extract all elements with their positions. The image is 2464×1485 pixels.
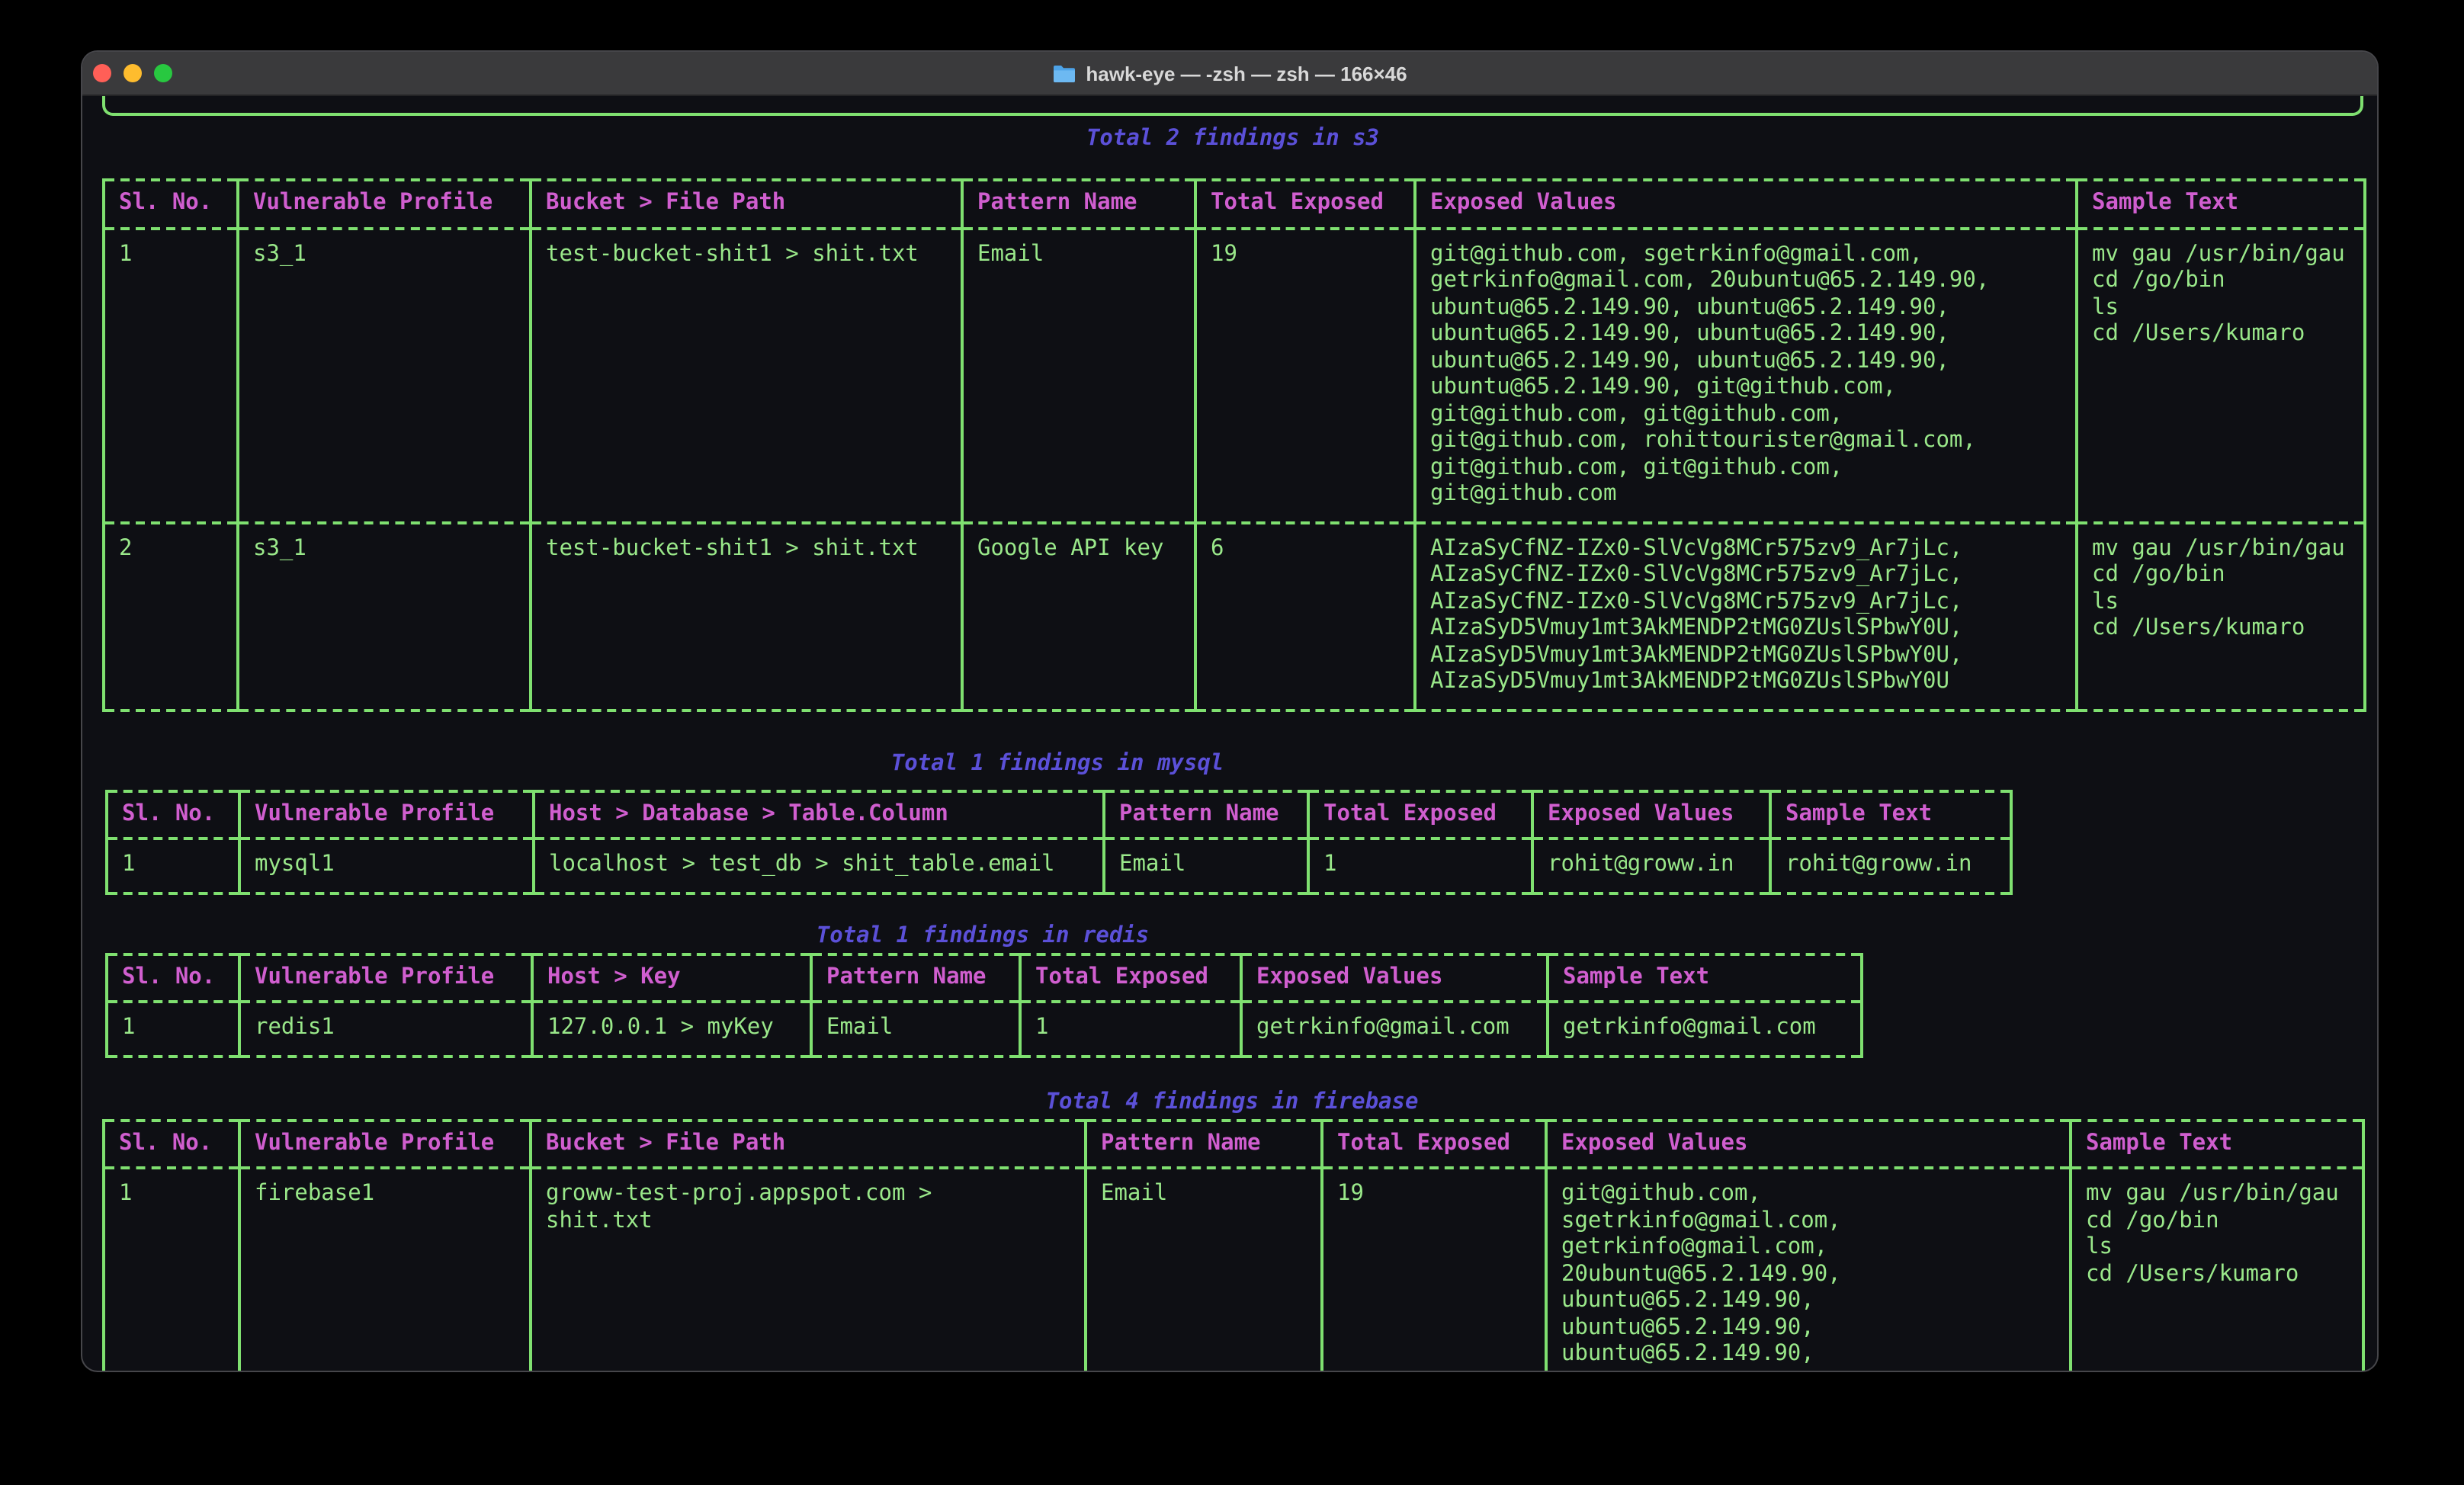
cell-vulnerable-profile: redis1	[239, 1002, 532, 1056]
cell-total-exposed: 1	[1308, 839, 1532, 893]
column-header: Sl. No.	[104, 1120, 239, 1168]
findings-table-s3: Sl. No. Vulnerable Profile Bucket > File…	[102, 178, 2366, 711]
column-header: Host > Key	[532, 954, 811, 1002]
column-header: Sl. No.	[107, 954, 239, 1002]
section-title-s3: Total 2 findings in s3	[102, 127, 2363, 154]
close-button[interactable]	[93, 64, 111, 82]
minimize-button[interactable]	[124, 64, 142, 82]
cell-vulnerable-profile: firebase1	[239, 1168, 531, 1371]
column-header: Pattern Name	[811, 954, 1020, 1002]
cell-sl-no: 1	[107, 839, 239, 893]
cell-bucket-file-path: test-bucket-shit1 > shit.txt	[531, 228, 962, 522]
terminal-content[interactable]: Total 2 findings in s3 Sl. No. Vulnerabl…	[82, 96, 2377, 1371]
table-header-row: Sl. No. Vulnerable Profile Bucket > File…	[104, 180, 2365, 228]
traffic-lights	[93, 64, 172, 82]
previous-table-cut-border	[102, 96, 2363, 116]
cell-host-database-column: localhost > test_db > shit_table.email	[534, 839, 1104, 893]
cell-sample-text: mv gau /usr/bin/gau cd /go/bin ls cd /Us…	[2071, 1168, 2363, 1371]
column-header: Bucket > File Path	[531, 180, 962, 228]
column-header: Vulnerable Profile	[239, 791, 534, 839]
column-header: Total Exposed	[1308, 791, 1532, 839]
column-header: Exposed Values	[1546, 1120, 2071, 1168]
cell-vulnerable-profile: s3_1	[238, 228, 531, 522]
findings-table-mysql: Sl. No. Vulnerable Profile Host > Databa…	[105, 789, 2013, 894]
column-header: Host > Database > Table.Column	[534, 791, 1104, 839]
window-title-text: hawk-eye — -zsh — zsh — 166×46	[1086, 62, 1407, 85]
table-row: 1 redis1 127.0.0.1 > myKey Email 1 getrk…	[107, 1002, 1862, 1056]
cell-sample-text: mv gau /usr/bin/gau cd /go/bin ls cd /Us…	[2077, 228, 2365, 522]
cell-total-exposed: 6	[1195, 522, 1415, 710]
screen: hawk-eye — -zsh — zsh — 166×46 Total 2 f…	[0, 0, 2464, 1485]
table-row: 1 s3_1 test-bucket-shit1 > shit.txt Emai…	[104, 228, 2365, 522]
cell-exposed-values: getrkinfo@gmail.com	[1241, 1002, 1548, 1056]
column-header: Total Exposed	[1322, 1120, 1546, 1168]
cell-total-exposed: 19	[1195, 228, 1415, 522]
column-header: Pattern Name	[962, 180, 1195, 228]
cell-pattern-name: Email	[962, 228, 1195, 522]
column-header: Total Exposed	[1195, 180, 1415, 228]
cell-total-exposed: 1	[1020, 1002, 1241, 1056]
cell-exposed-values: AIzaSyCfNZ-IZx0-SlVcVg8MCr575zv9_Ar7jLc,…	[1415, 522, 2077, 710]
cell-pattern-name: Email	[1086, 1168, 1322, 1371]
column-header: Pattern Name	[1104, 791, 1308, 839]
column-header: Sample Text	[1770, 791, 2011, 839]
folder-icon	[1052, 63, 1076, 83]
cell-sl-no: 1	[107, 1002, 239, 1056]
column-header: Pattern Name	[1086, 1120, 1322, 1168]
cell-sample-text: rohit@groww.in	[1770, 839, 2011, 893]
column-header: Bucket > File Path	[531, 1120, 1086, 1168]
cell-sl-no: 1	[104, 228, 238, 522]
column-header: Exposed Values	[1532, 791, 1770, 839]
cell-pattern-name: Email	[1104, 839, 1308, 893]
cell-pattern-name: Google API key	[962, 522, 1195, 710]
section-title-firebase: Total 4 findings in firebase	[102, 1089, 2362, 1117]
cell-vulnerable-profile: mysql1	[239, 839, 534, 893]
cell-vulnerable-profile: s3_1	[238, 522, 531, 710]
table-row: 1 mysql1 localhost > test_db > shit_tabl…	[107, 839, 2011, 893]
cell-sample-text: mv gau /usr/bin/gau cd /go/bin ls cd /Us…	[2077, 522, 2365, 710]
cell-sl-no: 1	[104, 1168, 239, 1371]
column-header: Sl. No.	[107, 791, 239, 839]
column-header: Sample Text	[1548, 954, 1862, 1002]
window-title: hawk-eye — -zsh — zsh — 166×46	[1052, 62, 1407, 85]
zoom-button[interactable]	[154, 64, 172, 82]
column-header: Vulnerable Profile	[239, 954, 532, 1002]
cell-exposed-values: git@github.com, sgetrkinfo@gmail.com, ge…	[1546, 1168, 2071, 1371]
window-titlebar: hawk-eye — -zsh — zsh — 166×46	[82, 52, 2377, 96]
cell-exposed-values: rohit@groww.in	[1532, 839, 1770, 893]
cell-bucket-file-path: groww-test-proj.appspot.com > shit.txt	[531, 1168, 1086, 1371]
cell-sl-no: 2	[104, 522, 238, 710]
findings-table-redis: Sl. No. Vulnerable Profile Host > Key Pa…	[105, 952, 1863, 1057]
column-header: Sample Text	[2071, 1120, 2363, 1168]
table-row: 1 firebase1 groww-test-proj.appspot.com …	[104, 1168, 2363, 1371]
cell-sample-text: getrkinfo@gmail.com	[1548, 1002, 1862, 1056]
table-header-row: Sl. No. Vulnerable Profile Host > Key Pa…	[107, 954, 1862, 1002]
column-header: Exposed Values	[1241, 954, 1548, 1002]
terminal-window: hawk-eye — -zsh — zsh — 166×46 Total 2 f…	[82, 52, 2377, 1371]
column-header: Vulnerable Profile	[239, 1120, 531, 1168]
column-header: Sl. No.	[104, 180, 238, 228]
section-title-mysql: Total 1 findings in mysql	[105, 751, 2010, 778]
cell-total-exposed: 19	[1322, 1168, 1546, 1371]
table-header-row: Sl. No. Vulnerable Profile Host > Databa…	[107, 791, 2011, 839]
column-header: Exposed Values	[1415, 180, 2077, 228]
section-title-redis: Total 1 findings in redis	[105, 923, 1860, 951]
column-header: Vulnerable Profile	[238, 180, 531, 228]
column-header: Sample Text	[2077, 180, 2365, 228]
cell-pattern-name: Email	[811, 1002, 1020, 1056]
findings-table-firebase: Sl. No. Vulnerable Profile Bucket > File…	[102, 1118, 2365, 1371]
column-header: Total Exposed	[1020, 954, 1241, 1002]
cell-host-key: 127.0.0.1 > myKey	[532, 1002, 811, 1056]
table-header-row: Sl. No. Vulnerable Profile Bucket > File…	[104, 1120, 2363, 1168]
table-row: 2 s3_1 test-bucket-shit1 > shit.txt Goog…	[104, 522, 2365, 710]
cell-bucket-file-path: test-bucket-shit1 > shit.txt	[531, 522, 962, 710]
cell-exposed-values: git@github.com, sgetrkinfo@gmail.com, ge…	[1415, 228, 2077, 522]
